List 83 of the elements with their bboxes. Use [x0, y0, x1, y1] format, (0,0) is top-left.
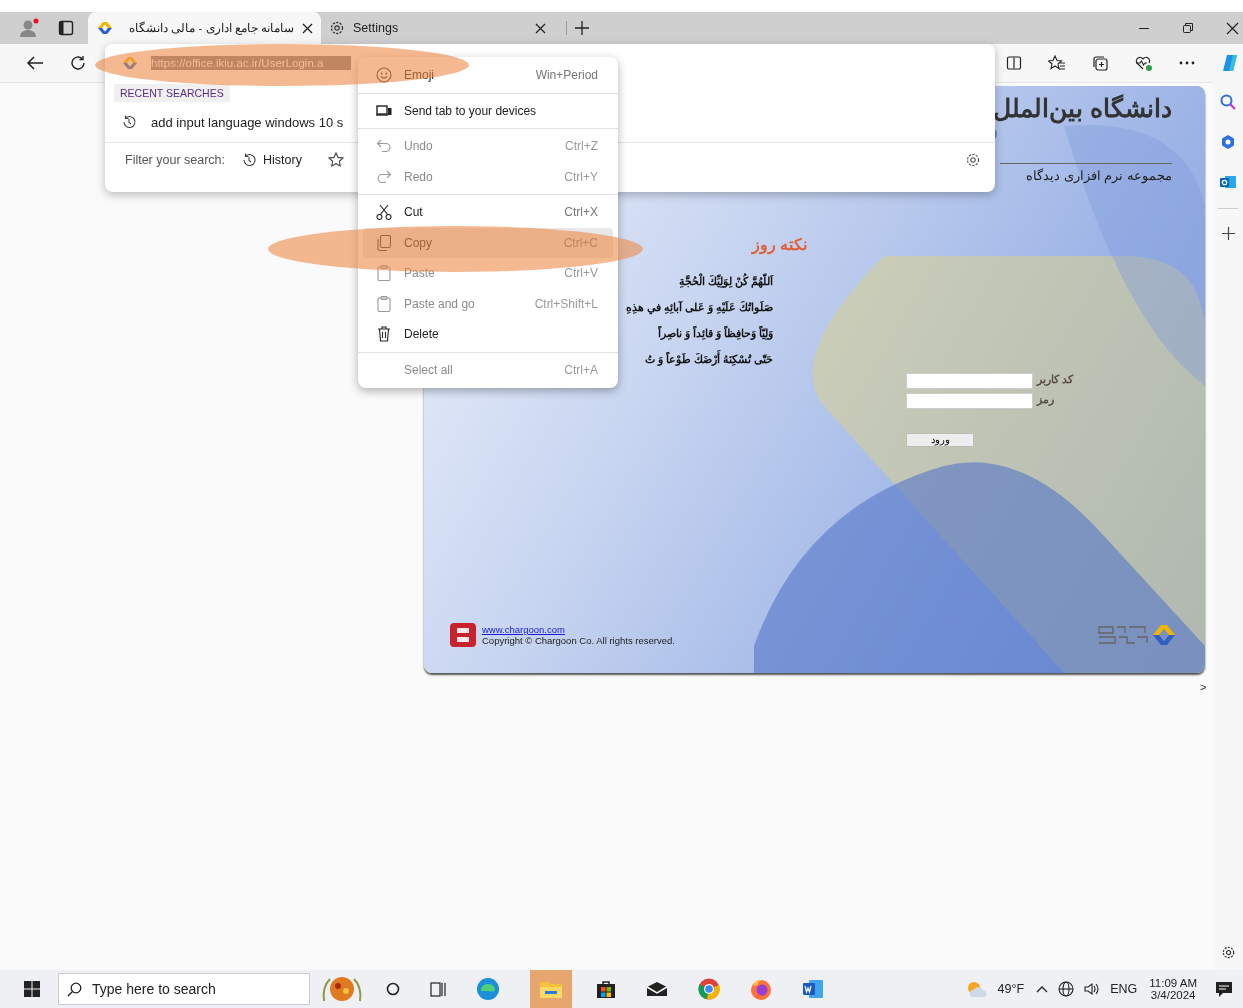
favorites-filter-icon[interactable] — [327, 152, 344, 168]
scissors-icon — [376, 204, 392, 221]
add-icon[interactable] — [1221, 227, 1235, 240]
more-icon[interactable] — [1179, 61, 1195, 65]
settings-icon[interactable] — [965, 152, 981, 168]
smiley-icon — [376, 67, 392, 84]
recent-searches-heading: RECENT SEARCHES — [114, 84, 230, 102]
trash-icon — [377, 326, 391, 343]
mail-icon[interactable] — [646, 981, 668, 997]
redo-icon — [376, 169, 392, 184]
tip-heading: نکته روز — [751, 235, 807, 254]
folder-icon — [539, 979, 563, 999]
windows-icon[interactable] — [24, 981, 40, 997]
favorites-icon[interactable] — [1048, 55, 1066, 71]
close-icon[interactable] — [1226, 21, 1239, 35]
tab-title: Settings — [353, 21, 400, 35]
word-icon[interactable] — [802, 979, 824, 999]
settings-icon — [329, 20, 345, 36]
copyright-text: Copyright © Chargoon Co. All rights reserved. — [482, 635, 675, 646]
new-tab-icon[interactable] — [566, 21, 589, 35]
login-input-field[interactable] — [906, 373, 1033, 389]
filter-label: Filter your search: — [125, 153, 226, 167]
clock-time[interactable]: 11:09 AM — [1149, 977, 1197, 989]
browser-tab[interactable]: سامانه جامع اداری - مالی دانشگاه — [88, 12, 321, 44]
field-label: رمز — [1037, 393, 1054, 406]
globe-icon[interactable] — [1058, 981, 1075, 997]
devices-icon — [376, 103, 392, 118]
site-logo-icon — [121, 54, 139, 72]
file-explorer-button[interactable] — [530, 970, 572, 1008]
collections-icon[interactable] — [1092, 54, 1109, 72]
clipboard-icon — [377, 295, 391, 312]
settings-icon[interactable] — [1220, 945, 1236, 960]
edge-icon[interactable] — [476, 977, 500, 1001]
health-heart-icon[interactable] — [1135, 54, 1153, 72]
chevron-up-icon[interactable] — [1036, 985, 1049, 993]
speaker-icon[interactable] — [1084, 982, 1101, 996]
website-link[interactable]: www.chargoon.com — [482, 624, 675, 635]
profile-icon[interactable] — [19, 18, 41, 38]
input-language[interactable]: ENG — [1110, 982, 1138, 996]
prayer-text-line: حَتّى تُسْكِنَهُ أَرْضَكَ طَوْعاً وَ تُ — [645, 346, 773, 372]
split-screen-icon[interactable] — [1006, 55, 1022, 71]
task-view-icon[interactable] — [430, 981, 446, 997]
chrome-icon[interactable] — [698, 978, 720, 1000]
weather-temperature: 49°F — [997, 982, 1025, 996]
site-logo-icon — [96, 19, 114, 37]
back-icon[interactable] — [26, 55, 44, 71]
university-title: دانشگاه بین‌الملل — [993, 94, 1172, 123]
close-icon[interactable] — [535, 22, 546, 34]
login-button[interactable]: ورود — [906, 433, 974, 447]
clipboard-icon — [377, 265, 391, 282]
history-icon — [121, 114, 137, 130]
close-icon[interactable] — [302, 22, 313, 34]
cortana-icon[interactable] — [386, 982, 400, 996]
clock-date[interactable]: 3/4/2024 — [1150, 989, 1196, 1001]
menu-item[interactable]: Emoji Win+Period — [363, 60, 613, 91]
prayer-text-line: اَللّهُمَّ كُنْ لِوَلِيِّكَ الْحُجَّةِ — [679, 272, 773, 290]
search-icon — [67, 982, 82, 997]
taskbar-search-field[interactable]: Type here to search — [58, 973, 310, 1005]
software-subtitle: مجموعه نرم افزاری دیدگاه — [1000, 163, 1172, 183]
copy-icon — [377, 234, 391, 251]
prayer-text-line: وَلِيّاً وَحافِظاً وَ قائِداً وَ ناصِراً — [658, 325, 773, 342]
search-icon[interactable] — [1220, 94, 1236, 110]
menu-item[interactable]: Send tab to your devices — [363, 95, 613, 126]
chargoon-logo-icon — [450, 623, 476, 647]
tab-title: سامانه جامع اداری - مالی دانشگاه — [128, 21, 294, 35]
menu-item[interactable]: Cut Ctrl+X — [363, 197, 613, 228]
shapes-icon[interactable] — [1220, 134, 1236, 150]
refresh-icon[interactable] — [70, 55, 86, 71]
restore-icon[interactable] — [1182, 22, 1194, 34]
tab-actions-icon[interactable] — [58, 20, 74, 36]
firefox-icon[interactable] — [750, 978, 772, 1000]
store-bag-icon[interactable] — [596, 979, 616, 999]
scroll-arrow[interactable]: > — [1200, 681, 1207, 693]
login-input-field[interactable] — [906, 393, 1033, 409]
history-icon — [241, 152, 258, 168]
recent-search-item[interactable]: add input language windows 10 s — [105, 114, 351, 130]
undo-icon — [376, 139, 392, 154]
menu-item[interactable]: Delete — [363, 319, 613, 350]
field-label: کد کاربر — [1037, 373, 1074, 386]
outlook-icon[interactable] — [1220, 174, 1236, 190]
history-filter-button[interactable]: History — [241, 152, 302, 168]
notification-icon[interactable] — [1215, 980, 1233, 998]
prayer-text-line: صَلَواتُكَ عَلَيْهِ وَ عَلى آبائِهِ في هذِهِ — [626, 300, 773, 317]
